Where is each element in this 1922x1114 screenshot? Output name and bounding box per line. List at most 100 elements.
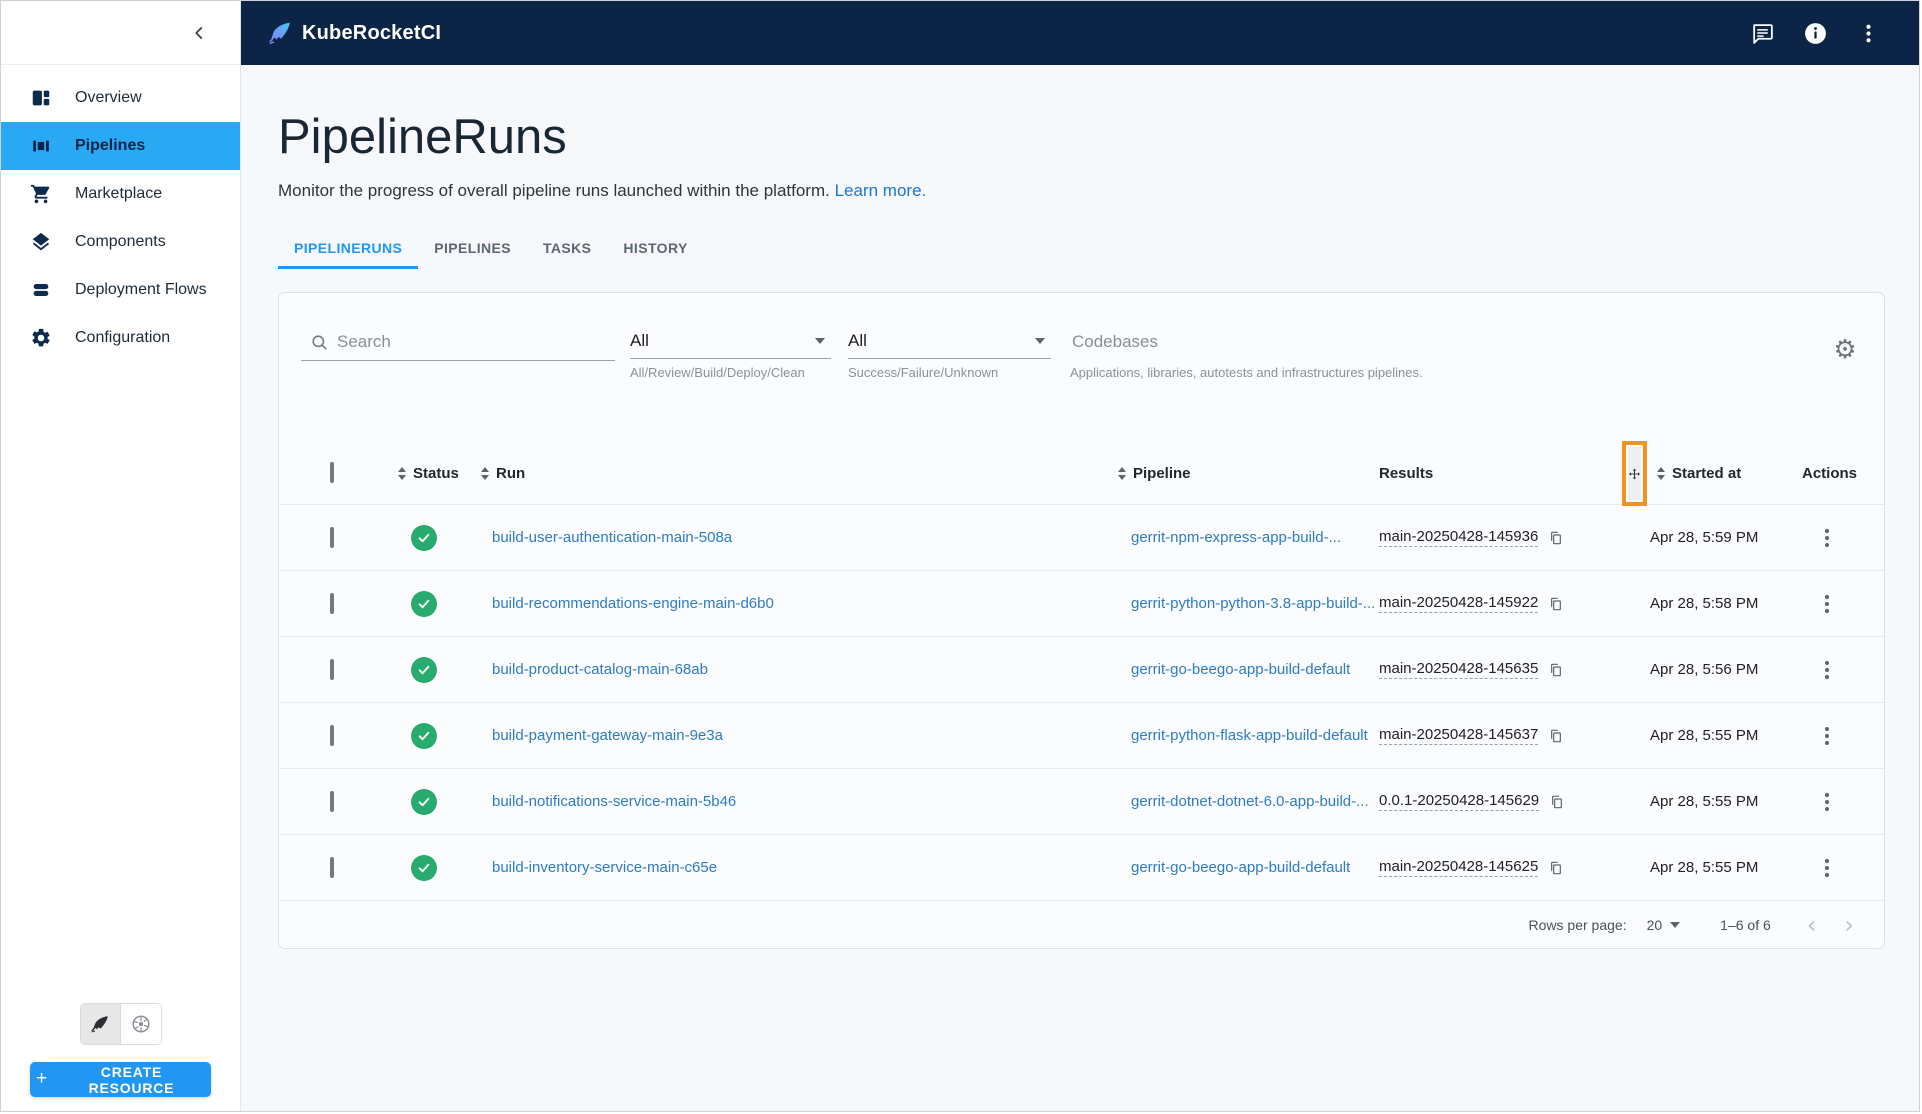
create-resource-label: CREATE RESOURCE bbox=[58, 1064, 205, 1096]
result-value[interactable]: main-20250428-145922 bbox=[1379, 594, 1538, 613]
run-link[interactable]: build-notifications-service-main-5b46 bbox=[492, 793, 1115, 810]
started-at-value: Apr 28, 5:59 PM bbox=[1650, 529, 1802, 546]
row-checkbox[interactable] bbox=[330, 857, 334, 878]
row-checkbox[interactable] bbox=[330, 725, 334, 746]
column-resize-handle[interactable] bbox=[1628, 447, 1641, 500]
table-row: build-notifications-service-main-5b46 ge… bbox=[279, 769, 1884, 835]
tab-pipelineruns[interactable]: PIPELINERUNS bbox=[278, 229, 418, 269]
run-link[interactable]: build-recommendations-engine-main-d6b0 bbox=[492, 595, 1115, 612]
table-row: build-product-catalog-main-68ab gerrit-g… bbox=[279, 637, 1884, 703]
rows-per-page-select[interactable]: 20 bbox=[1647, 917, 1681, 933]
create-resource-button[interactable]: + CREATE RESOURCE bbox=[30, 1062, 211, 1097]
kubernetes-view-toggle[interactable] bbox=[121, 1004, 161, 1044]
run-link[interactable]: build-user-authentication-main-508a bbox=[492, 529, 1115, 546]
column-results: Results bbox=[1379, 465, 1622, 482]
sidebar-item-deployment-flows[interactable]: Deployment Flows bbox=[1, 266, 240, 314]
pipeline-link[interactable]: gerrit-go-beego-app-build-default bbox=[1131, 859, 1379, 876]
codebases-input[interactable] bbox=[1070, 331, 1710, 359]
pipeline-link[interactable]: gerrit-dotnet-dotnet-6.0-app-build-... bbox=[1131, 793, 1379, 810]
copy-icon bbox=[1548, 728, 1564, 744]
copy-button[interactable] bbox=[1548, 662, 1564, 678]
copy-icon bbox=[1548, 530, 1564, 546]
run-link[interactable]: build-payment-gateway-main-9e3a bbox=[492, 727, 1115, 744]
column-actions: Actions bbox=[1802, 465, 1886, 482]
column-run[interactable]: Run bbox=[475, 465, 1115, 482]
tab-pipelines[interactable]: PIPELINES bbox=[418, 229, 527, 269]
sidebar-item-components[interactable]: Components bbox=[1, 218, 240, 266]
column-status[interactable]: Status bbox=[381, 465, 475, 482]
table-row: build-inventory-service-main-c65e gerrit… bbox=[279, 835, 1884, 901]
result-value[interactable]: main-20250428-145625 bbox=[1379, 858, 1538, 877]
row-actions-button[interactable] bbox=[1802, 529, 1838, 547]
tab-history[interactable]: HISTORY bbox=[607, 229, 703, 269]
started-at-value: Apr 28, 5:55 PM bbox=[1650, 793, 1802, 810]
copy-button[interactable] bbox=[1549, 794, 1565, 810]
search-input[interactable] bbox=[335, 331, 585, 353]
subtitle-text: Monitor the progress of overall pipeline… bbox=[278, 181, 830, 200]
sidebar-item-configuration[interactable]: Configuration bbox=[1, 314, 240, 362]
row-actions-button[interactable] bbox=[1802, 661, 1838, 679]
row-actions-button[interactable] bbox=[1802, 727, 1838, 745]
run-link[interactable]: build-inventory-service-main-c65e bbox=[492, 859, 1115, 876]
pipelines-icon bbox=[30, 135, 52, 157]
layers-icon bbox=[30, 231, 52, 253]
result-value[interactable]: 0.0.1-20250428-145629 bbox=[1379, 792, 1539, 811]
filter-bar: All All/Review/Build/Deploy/Clean All Su… bbox=[279, 293, 1884, 442]
info-button[interactable] bbox=[1802, 20, 1828, 46]
status-filter[interactable]: All Success/Failure/Unknown bbox=[848, 331, 1051, 380]
previous-page-button[interactable]: ‹ bbox=[1807, 913, 1817, 937]
row-actions-button[interactable] bbox=[1802, 793, 1838, 811]
overflow-menu-button[interactable] bbox=[1855, 20, 1881, 46]
pipeline-link[interactable]: gerrit-python-flask-app-build-default bbox=[1131, 727, 1379, 744]
pipeline-link[interactable]: gerrit-python-python-3.8-app-build-... bbox=[1131, 595, 1379, 612]
copy-button[interactable] bbox=[1548, 860, 1564, 876]
collapse-sidebar-button[interactable] bbox=[185, 19, 213, 47]
move-icon bbox=[1628, 467, 1641, 481]
copy-icon bbox=[1548, 662, 1564, 678]
sidebar-item-label: Marketplace bbox=[75, 185, 162, 203]
feedback-chat-button[interactable] bbox=[1749, 20, 1775, 46]
pipeline-link[interactable]: gerrit-go-beego-app-build-default bbox=[1131, 661, 1379, 678]
copy-icon bbox=[1548, 596, 1564, 612]
kuberocketci-view-toggle[interactable] bbox=[81, 1004, 121, 1044]
column-started-at[interactable]: Started at bbox=[1650, 465, 1802, 482]
learn-more-link[interactable]: Learn more. bbox=[835, 181, 927, 200]
table-row: build-payment-gateway-main-9e3a gerrit-p… bbox=[279, 703, 1884, 769]
row-checkbox[interactable] bbox=[330, 659, 334, 680]
status-filter-value: All bbox=[848, 331, 867, 351]
codebases-helper: Applications, libraries, autotests and i… bbox=[1070, 365, 1710, 380]
table-settings-button[interactable]: ⚙ bbox=[1830, 335, 1860, 365]
rocket-feather-icon bbox=[89, 1013, 111, 1035]
status-filter-helper: Success/Failure/Unknown bbox=[848, 365, 1051, 380]
row-checkbox[interactable] bbox=[330, 593, 334, 614]
sidebar-item-marketplace[interactable]: Marketplace bbox=[1, 170, 240, 218]
type-filter[interactable]: All All/Review/Build/Deploy/Clean bbox=[630, 331, 831, 380]
sort-icon bbox=[1657, 467, 1665, 480]
gear-icon bbox=[30, 327, 52, 349]
copy-button[interactable] bbox=[1548, 596, 1564, 612]
select-all-checkbox[interactable] bbox=[330, 462, 334, 483]
row-checkbox[interactable] bbox=[330, 527, 334, 548]
result-value[interactable]: main-20250428-145635 bbox=[1379, 660, 1538, 679]
sort-icon bbox=[481, 467, 489, 480]
sidebar-footer: + CREATE RESOURCE bbox=[1, 1003, 240, 1097]
result-value[interactable]: main-20250428-145936 bbox=[1379, 528, 1538, 547]
result-value[interactable]: main-20250428-145637 bbox=[1379, 726, 1538, 745]
next-page-button[interactable]: › bbox=[1844, 913, 1854, 937]
pipelineruns-card: All All/Review/Build/Deploy/Clean All Su… bbox=[278, 292, 1885, 949]
sidebar-item-pipelines[interactable]: Pipelines bbox=[1, 122, 240, 170]
tab-tasks[interactable]: TASKS bbox=[527, 229, 607, 269]
run-link[interactable]: build-product-catalog-main-68ab bbox=[492, 661, 1115, 678]
copy-button[interactable] bbox=[1548, 728, 1564, 744]
copy-button[interactable] bbox=[1548, 530, 1564, 546]
started-at-value: Apr 28, 5:55 PM bbox=[1650, 727, 1802, 744]
sidebar-item-overview[interactable]: Overview bbox=[1, 74, 240, 122]
kubernetes-icon bbox=[130, 1013, 152, 1035]
sidebar-item-label: Pipelines bbox=[75, 137, 145, 155]
row-actions-button[interactable] bbox=[1802, 595, 1838, 613]
pipeline-link[interactable]: gerrit-npm-express-app-build-... bbox=[1131, 529, 1379, 546]
column-pipeline[interactable]: Pipeline bbox=[1115, 465, 1379, 482]
gear-icon: ⚙ bbox=[1833, 337, 1856, 363]
row-checkbox[interactable] bbox=[330, 791, 334, 812]
row-actions-button[interactable] bbox=[1802, 859, 1838, 877]
